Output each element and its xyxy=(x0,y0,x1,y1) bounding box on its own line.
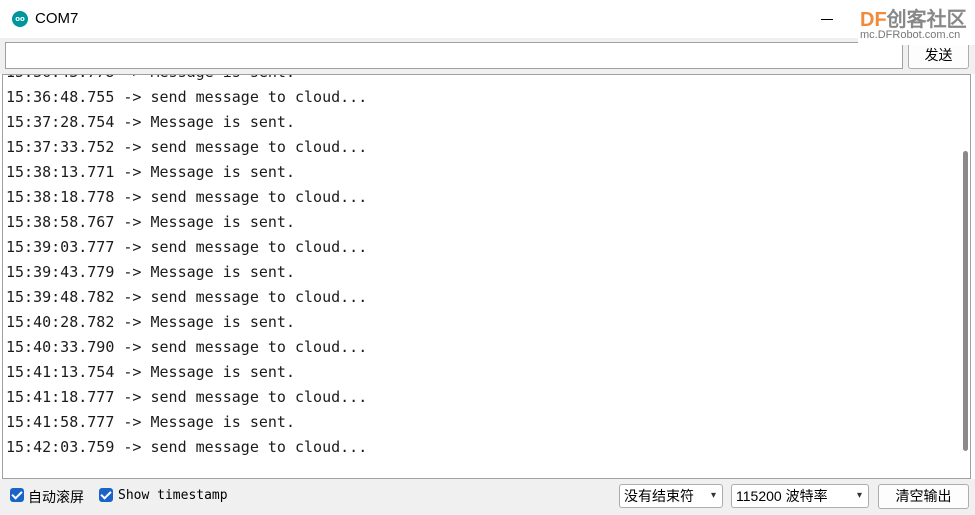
log-line: 15:38:18.778 -> send message to cloud... xyxy=(6,188,368,206)
log-line: 15:37:28.754 -> Message is sent. xyxy=(6,113,295,131)
log-line: 15:36:48.755 -> send message to cloud... xyxy=(6,88,368,106)
log-line: 15:38:13.771 -> Message is sent. xyxy=(6,163,295,181)
timestamp-checkbox[interactable] xyxy=(99,488,113,502)
log-line: 15:38:58.767 -> Message is sent. xyxy=(6,213,295,231)
log-line: 15:39:03.777 -> send message to cloud... xyxy=(6,238,368,256)
log-list: 15:36:43.778 -> Message is sent. 15:36:48… xyxy=(6,75,368,460)
watermark-url: mc.DFRobot.com.cn xyxy=(860,29,961,41)
serial-output[interactable]: 15:36:43.778 -> Message is sent. 15:36:48… xyxy=(2,74,971,479)
log-line: 15:41:13.754 -> Message is sent. xyxy=(6,363,295,381)
timestamp-label: Show timestamp xyxy=(118,488,228,503)
baud-rate-value: 115200 波特率 xyxy=(736,488,828,504)
log-line: 15:42:03.759 -> send message to cloud... xyxy=(6,438,368,456)
dfrobot-watermark: DF创客社区 mc.DFRobot.com.cn xyxy=(858,3,975,45)
clear-output-button[interactable]: 清空输出 xyxy=(878,484,969,509)
watermark-logo: DF创客社区 xyxy=(860,3,967,32)
autoscroll-checkbox[interactable] xyxy=(10,488,24,502)
line-ending-select[interactable]: 没有结束符 ▾ xyxy=(619,484,723,508)
send-bar: 发送 xyxy=(0,38,975,74)
log-line: 15:41:18.777 -> send message to cloud... xyxy=(6,388,368,406)
watermark-cn: 创客社区 xyxy=(886,9,967,31)
minimize-icon[interactable] xyxy=(818,8,838,30)
log-line: 15:40:33.790 -> send message to cloud... xyxy=(6,338,368,356)
log-line: 15:41:58.777 -> Message is sent. xyxy=(6,413,295,431)
footer-bar: 自动滚屏 Show timestamp 没有结束符 ▾ 115200 波特率 ▾… xyxy=(0,479,975,515)
title-bar: oo COM7 ✕ xyxy=(0,0,975,38)
scrollbar-thumb[interactable] xyxy=(963,151,968,451)
log-line: 15:36:43.778 -> Message is sent. xyxy=(6,75,367,85)
log-line: 15:40:28.782 -> Message is sent. xyxy=(6,313,295,331)
autoscroll-label: 自动滚屏 xyxy=(28,489,84,505)
send-input[interactable] xyxy=(5,42,903,69)
vertical-scrollbar[interactable] xyxy=(958,75,970,478)
baud-rate-select[interactable]: 115200 波特率 ▾ xyxy=(731,484,869,508)
log-line: 15:37:33.752 -> send message to cloud... xyxy=(6,138,368,156)
chevron-down-icon: ▾ xyxy=(710,490,716,501)
chevron-down-icon: ▾ xyxy=(856,490,862,501)
watermark-df: DF xyxy=(860,9,887,31)
arduino-icon: oo xyxy=(12,11,28,27)
log-line: 15:39:48.782 -> send message to cloud... xyxy=(6,288,368,306)
log-line: 15:39:43.779 -> Message is sent. xyxy=(6,263,295,281)
window-title: COM7 xyxy=(35,10,79,27)
line-ending-value: 没有结束符 xyxy=(624,488,694,504)
send-button[interactable]: 发送 xyxy=(908,42,969,69)
